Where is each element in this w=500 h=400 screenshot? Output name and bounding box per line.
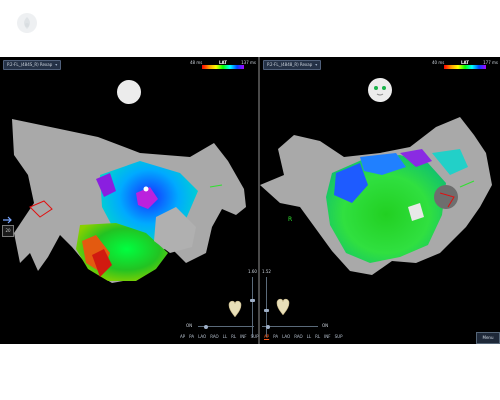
- left-view-inf[interactable]: INF: [240, 334, 246, 339]
- right-view-ap[interactable]: AP: [264, 334, 269, 339]
- right-heart-orientation-icon[interactable]: [274, 295, 292, 317]
- right-opacity-slider[interactable]: ON: [262, 323, 332, 329]
- right-view-rl[interactable]: RL: [315, 334, 320, 339]
- left-view-ap[interactable]: AP: [180, 334, 185, 339]
- left-slider-knob[interactable]: [249, 299, 255, 302]
- catheter-tool-icon[interactable]: [2, 215, 12, 225]
- right-view-buttons: AP PA LAO RAO LL RL INF SUP: [264, 334, 343, 339]
- site-logo: [16, 12, 38, 34]
- left-view-sup[interactable]: SUP: [251, 334, 259, 339]
- right-view-rao[interactable]: RAO: [294, 334, 302, 339]
- leaf-dot-logo-icon: [17, 13, 37, 33]
- left-map-pane[interactable]: P.2-FL_(484S_R) Rexap▾ 48 ms LAT 137 ms: [0, 57, 258, 344]
- right-view-ll[interactable]: LL: [307, 334, 311, 339]
- left-view-buttons: AP PA LAO RAO LL RL INF SUP: [180, 334, 259, 339]
- left-view-pa[interactable]: PA: [189, 334, 194, 339]
- left-slider-value: 1.60: [248, 269, 257, 274]
- left-opacity-slider[interactable]: ON: [186, 323, 256, 329]
- right-opacity-track: [262, 326, 318, 327]
- right-view-lao[interactable]: LAO: [282, 334, 290, 339]
- right-slider-knob[interactable]: [263, 309, 269, 312]
- right-slider-value: 1.52: [262, 269, 271, 274]
- left-opacity-label: ON: [186, 323, 193, 328]
- left-view-lao[interactable]: LAO: [198, 334, 206, 339]
- left-view-rl[interactable]: RL: [231, 334, 236, 339]
- right-view-pa[interactable]: PA: [273, 334, 278, 339]
- svg-text:R: R: [288, 216, 292, 223]
- left-view-ll[interactable]: LL: [223, 334, 227, 339]
- left-anatomy-map[interactable]: [0, 57, 258, 344]
- left-view-rao[interactable]: RAO: [210, 334, 218, 339]
- menu-button[interactable]: Menu: [476, 332, 500, 344]
- left-heart-orientation-icon[interactable]: [226, 297, 244, 319]
- mapping-system-viewer: P.2-FL_(484S_R) Rexap▾ 48 ms LAT 137 ms: [0, 57, 500, 344]
- right-map-pane[interactable]: P.2-FL_(4848_R) Rexap▾ 40 ms LAT 177 ms: [260, 57, 500, 344]
- right-opacity-label: ON: [322, 323, 329, 328]
- right-opacity-knob[interactable]: [266, 324, 270, 329]
- tool-value-box[interactable]: 20: [2, 225, 14, 237]
- right-view-inf[interactable]: INF: [324, 334, 330, 339]
- right-anatomy-map[interactable]: R: [260, 57, 500, 344]
- left-opacity-knob[interactable]: [204, 324, 208, 329]
- right-view-sup[interactable]: SUP: [335, 334, 343, 339]
